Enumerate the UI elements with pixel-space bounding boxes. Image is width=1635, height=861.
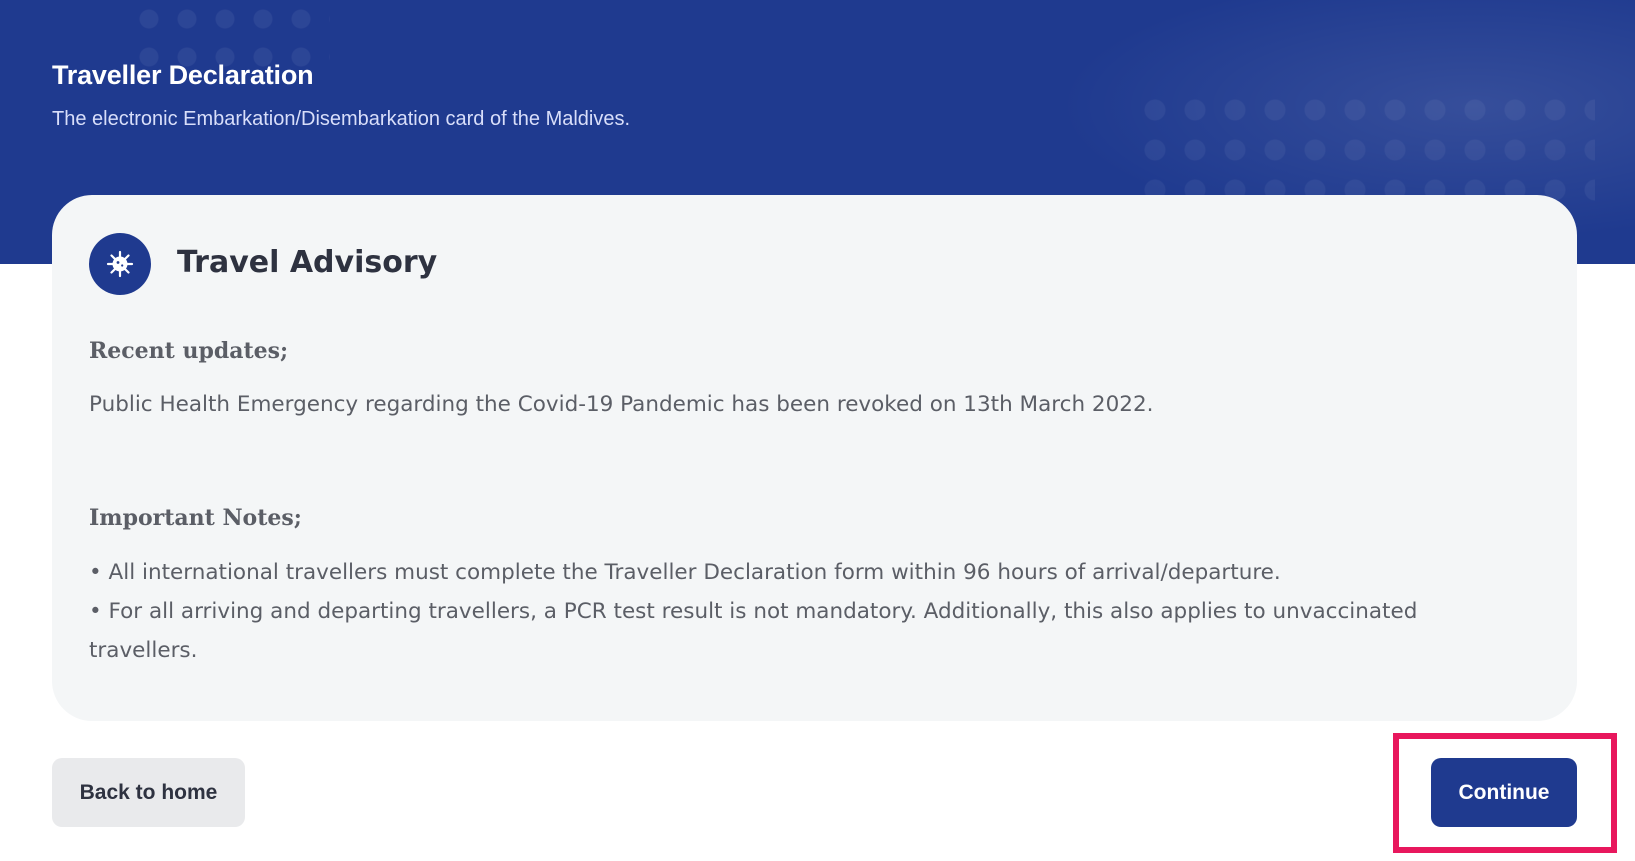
- page-title: Traveller Declaration: [52, 60, 314, 90]
- back-to-home-button[interactable]: Back to home: [52, 758, 245, 827]
- continue-button[interactable]: Continue: [1431, 758, 1577, 827]
- important-notes-heading: Important Notes;: [89, 505, 302, 531]
- travel-advisory-card: Travel Advisory Recent updates; Public H…: [52, 195, 1577, 721]
- recent-updates-text: Public Health Emergency regarding the Co…: [89, 392, 1154, 417]
- advisory-title: Travel Advisory: [177, 245, 438, 280]
- page-subtitle: The electronic Embarkation/Disembarkatio…: [52, 108, 631, 130]
- list-item: • All international travellers must comp…: [89, 560, 1281, 585]
- recent-updates-heading: Recent updates;: [89, 338, 289, 364]
- virus-icon: [89, 233, 151, 295]
- important-notes-list: • All international travellers must comp…: [89, 553, 1529, 670]
- list-item: • For all arriving and departing travell…: [89, 599, 1418, 663]
- decorative-dot-pattern: [1135, 90, 1595, 210]
